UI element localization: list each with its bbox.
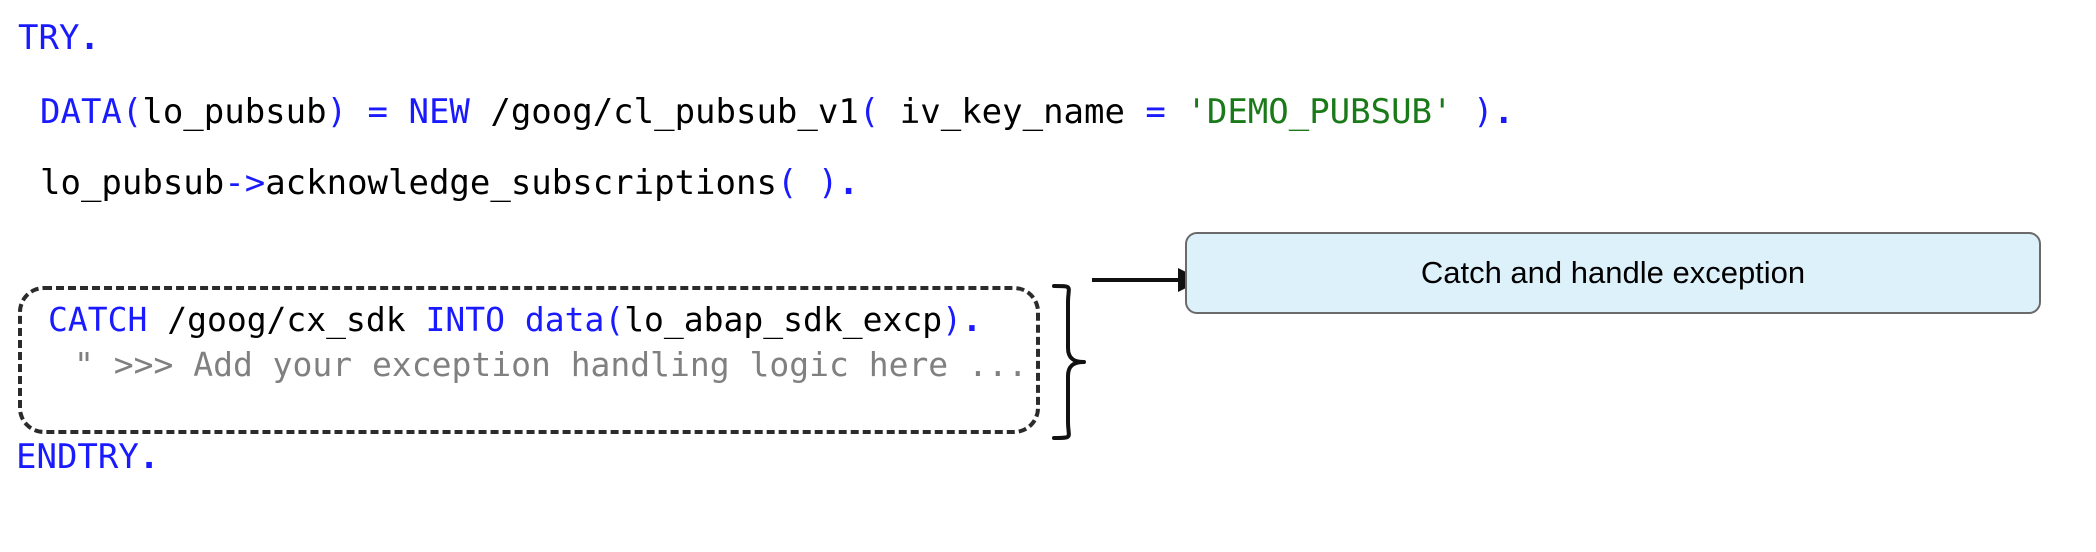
code-token: lo_pubsub — [40, 163, 225, 203]
code-token: INTO — [425, 300, 525, 339]
code-token: . — [79, 18, 100, 58]
code-token: /goog/cl_pubsub_v1 — [490, 92, 859, 132]
code-token: lo_pubsub — [142, 92, 327, 132]
code-line-data-declaration: DATA(lo_pubsub) = NEW /goog/cl_pubsub_v1… — [40, 92, 1514, 132]
code-line-try: TRY. — [18, 18, 100, 58]
code-token: TRY — [18, 18, 80, 58]
code-token: lo_abap_sdk_excp — [624, 300, 943, 339]
code-token: ) = NEW — [326, 92, 491, 132]
code-token: -> — [224, 163, 266, 203]
code-token: . — [138, 437, 160, 477]
code-token: = — [1145, 92, 1187, 132]
code-line-catch: CATCH /goog/cx_sdk INTO data(lo_abap_sdk… — [48, 300, 982, 340]
code-line-endtry: ENDTRY. — [16, 437, 159, 477]
code-token: ( ) — [776, 163, 839, 203]
code-line-comment: " >>> Add your exception handling logic … — [74, 345, 1028, 385]
code-token: ( — [858, 92, 880, 132]
code-token: ENDTRY — [16, 437, 139, 477]
code-annotation-figure: TRY. DATA(lo_pubsub) = NEW /goog/cl_pubs… — [0, 0, 2096, 552]
code-token: . — [961, 300, 982, 339]
code-token: iv_key_name — [879, 92, 1146, 132]
code-token: acknowledge_subscriptions — [265, 163, 777, 203]
code-token: . — [838, 163, 859, 203]
code-token: DATA( — [40, 92, 143, 132]
code-token: 'DEMO_PUBSUB' — [1186, 92, 1453, 132]
annotation-callout-label: Catch and handle exception — [1420, 255, 1806, 290]
annotation-callout: Catch and handle exception — [1185, 232, 2041, 314]
code-token: " >>> Add your exception handling logic … — [74, 345, 1028, 384]
code-line-method-call: lo_pubsub->acknowledge_subscriptions( ). — [40, 163, 859, 203]
code-token: ) — [942, 300, 962, 339]
code-token: . — [1493, 92, 1514, 132]
curly-brace-icon — [1052, 284, 1086, 440]
code-token: ) — [1452, 92, 1494, 132]
code-token: CATCH — [48, 300, 168, 339]
code-token: /goog/cx_sdk — [167, 300, 426, 339]
code-token: data( — [524, 300, 625, 339]
